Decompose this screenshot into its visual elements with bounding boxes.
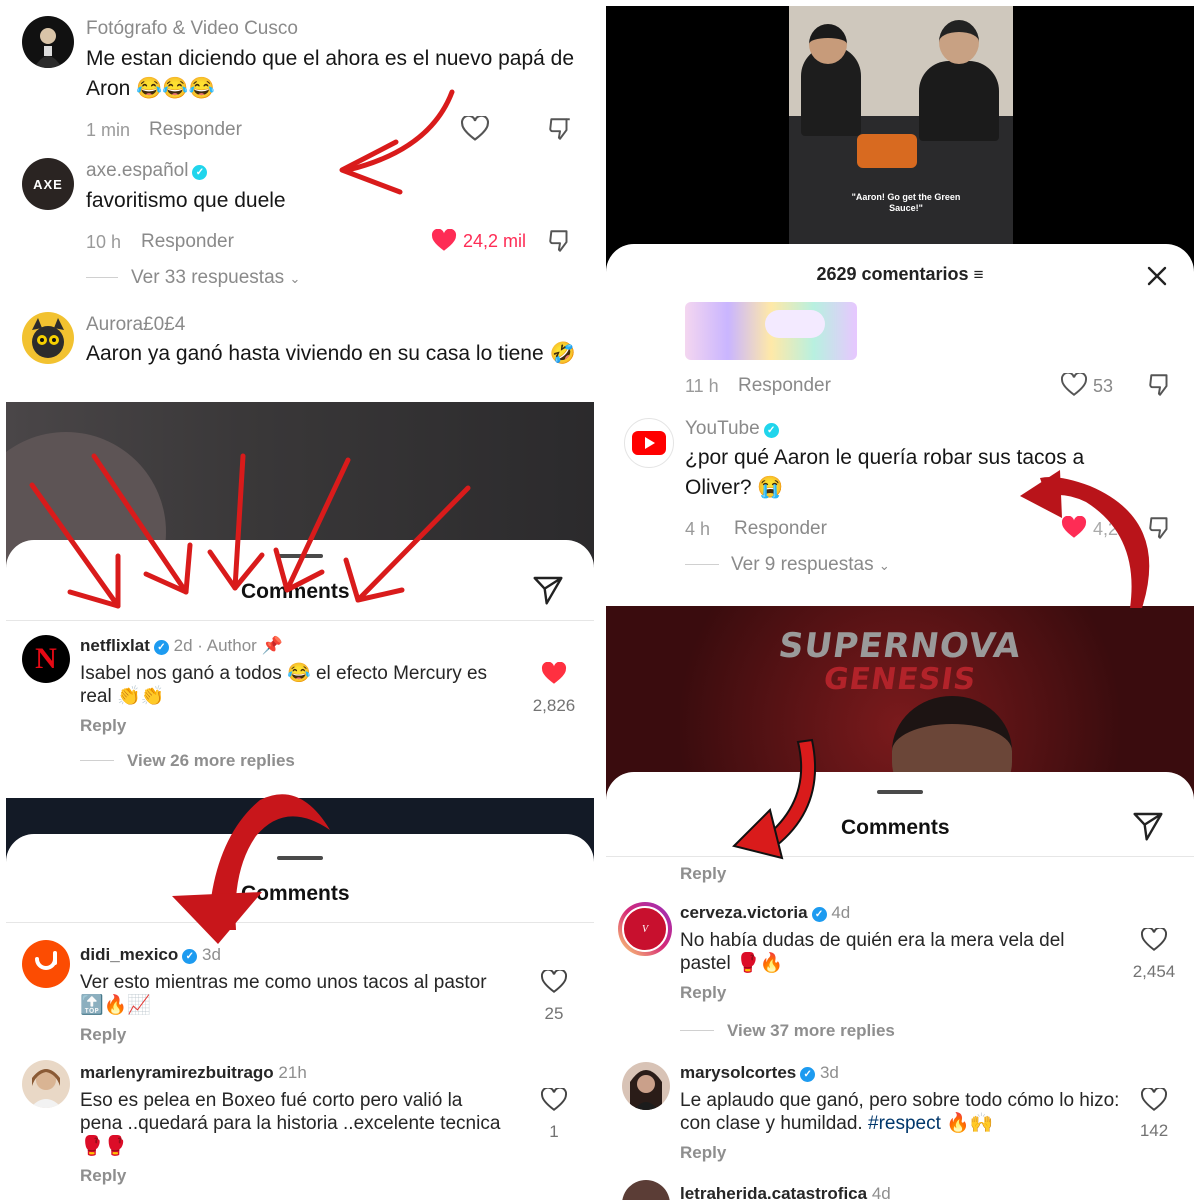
annotation-arrows [29,89,1150,944]
arrow-to-didi [172,794,330,944]
arrows-to-comments-title [29,453,471,609]
arrow-to-axe [339,89,455,195]
arrow-to-victoria [732,738,816,860]
arrow-to-youtube [1020,470,1150,608]
